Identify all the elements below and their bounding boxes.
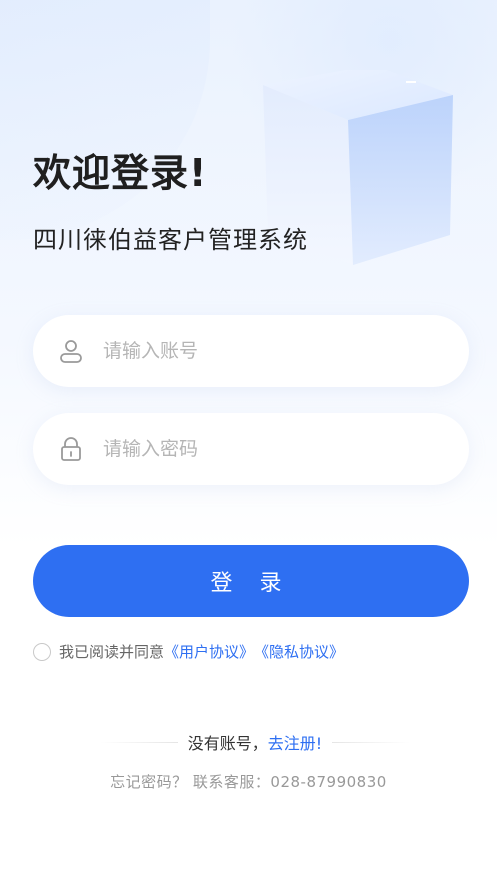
divider-left [100,741,178,743]
register-prompt: 没有账号， [187,734,268,753]
password-field[interactable] [33,413,469,485]
password-input[interactable] [103,438,433,460]
divider-right [332,741,410,743]
user-icon [60,340,82,363]
agreement-row: 我已阅读并同意 《用户协议》 《隐私协议》 [33,641,344,662]
background-arc [0,0,210,240]
user-agreement-link[interactable]: 《用户协议》 [164,641,254,662]
forgot-password-contact[interactable]: 忘记密码？ 联系客服：028-87990830 [0,771,497,792]
agreement-prefix: 我已阅读并同意 [59,643,165,661]
register-row: 没有账号，去注册! [100,730,410,754]
privacy-agreement-link[interactable]: 《隐私协议》 [254,641,344,662]
register-link[interactable]: 去注册! [268,734,322,753]
login-button[interactable]: 登 录 [33,545,469,617]
lock-icon [61,437,81,461]
account-input[interactable] [103,340,433,362]
register-text: 没有账号，去注册! [188,730,322,754]
agreement-checkbox[interactable] [33,642,51,661]
account-field[interactable] [33,315,469,387]
welcome-title: 欢迎登录! [33,151,208,195]
system-subtitle: 四川徕伯益客户管理系统 [33,226,308,254]
